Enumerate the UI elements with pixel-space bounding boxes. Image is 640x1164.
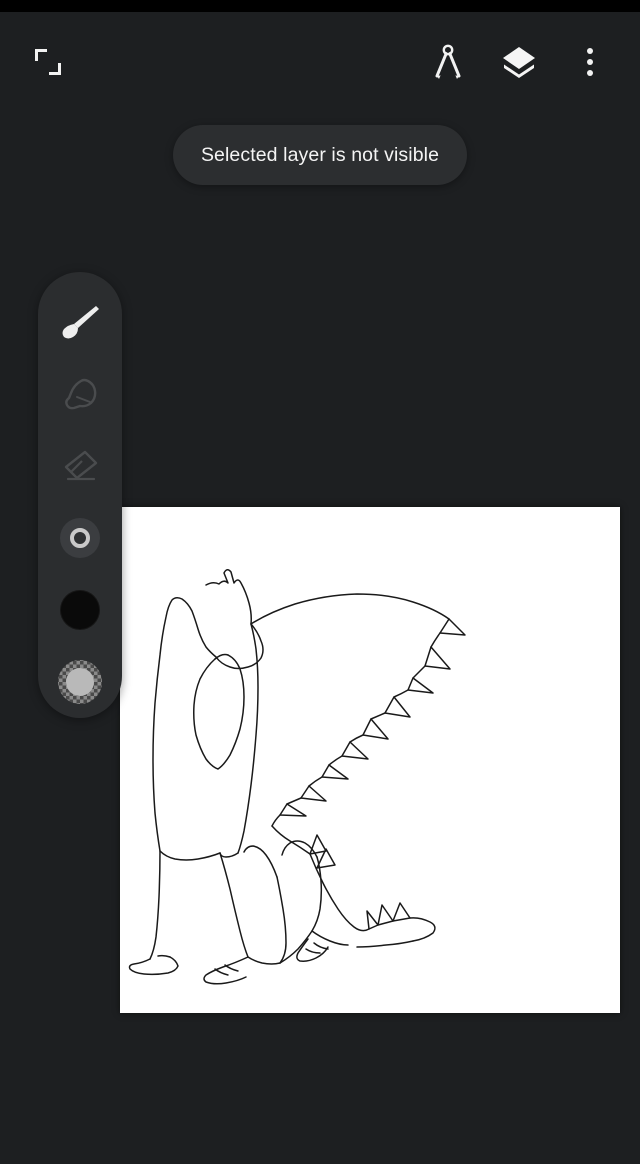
- tool-dock: [38, 272, 122, 718]
- collapse-button[interactable]: [20, 34, 76, 90]
- tool-brush[interactable]: [44, 286, 116, 358]
- smudge-finger-icon: [65, 378, 97, 410]
- toast-notification: Selected layer is not visible: [173, 125, 467, 185]
- tool-brush-size[interactable]: [44, 502, 116, 574]
- eraser-icon: [64, 450, 98, 481]
- paintbrush-icon: [62, 306, 99, 339]
- collapse-corners-icon: [33, 47, 63, 77]
- top-app-bar: [0, 12, 640, 112]
- status-bar: [0, 0, 640, 12]
- compass-icon: [435, 44, 461, 79]
- overflow-menu-button[interactable]: [562, 34, 618, 90]
- tool-opacity[interactable]: [44, 646, 116, 718]
- layers-button[interactable]: [491, 34, 547, 90]
- tool-smudge[interactable]: [44, 358, 116, 430]
- app-root: Selected layer is not visible: [0, 0, 640, 1164]
- tool-eraser[interactable]: [44, 430, 116, 502]
- opacity-icon: [58, 660, 102, 704]
- layers-icon: [503, 47, 535, 78]
- tool-color[interactable]: [44, 574, 116, 646]
- canvas-artwork: [128, 569, 466, 985]
- drawing-canvas[interactable]: [120, 507, 620, 1013]
- color-swatch-icon: [60, 590, 100, 630]
- brush-size-icon: [60, 518, 100, 558]
- overflow-menu-icon: [587, 48, 593, 76]
- symmetry-button[interactable]: [420, 34, 476, 90]
- toast-message: Selected layer is not visible: [200, 143, 440, 166]
